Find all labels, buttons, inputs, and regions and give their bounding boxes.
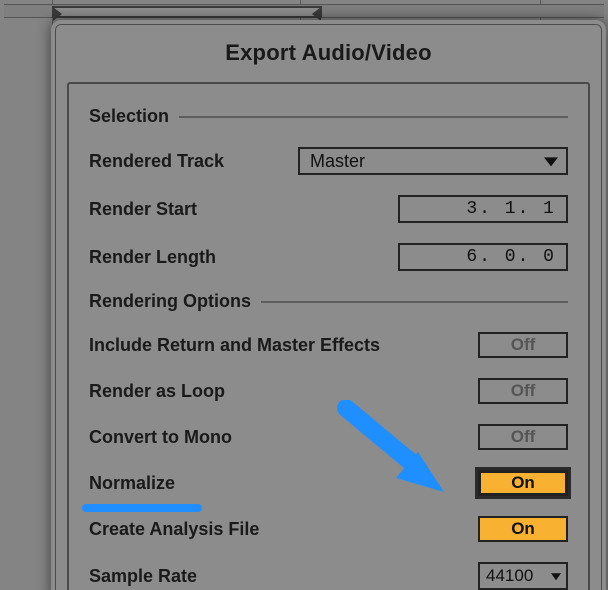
row-include-return: Include Return and Master Effects Off (89, 332, 568, 358)
sample-rate-dropdown[interactable]: 44100 (478, 562, 568, 590)
include-return-toggle[interactable]: Off (478, 332, 568, 358)
row-render-length: Render Length 6. 0. 0 (89, 243, 568, 271)
row-render-as-loop: Render as Loop Off (89, 378, 568, 404)
label-render-length: Render Length (89, 247, 216, 268)
dialog-title: Export Audio/Video (55, 24, 602, 80)
row-analysis-file: Create Analysis File On (89, 516, 568, 542)
section-rule (179, 116, 568, 118)
render-start-field[interactable]: 3. 1. 1 (398, 195, 568, 223)
normalize-toggle[interactable]: On (478, 470, 568, 496)
sample-rate-value: 44100 (486, 566, 533, 586)
loop-brace-region (4, 4, 604, 18)
rendered-track-dropdown[interactable]: Master (298, 147, 568, 175)
section-label: Rendering Options (89, 291, 251, 312)
label-render-as-loop: Render as Loop (89, 381, 225, 402)
render-start-value: 3. 1. 1 (466, 199, 556, 219)
label-render-start: Render Start (89, 199, 197, 220)
section-label: Selection (89, 106, 169, 127)
dialog-body: Selection Rendered Track Master Render S… (67, 82, 590, 590)
label-sample-rate: Sample Rate (89, 566, 197, 587)
section-header-rendering: Rendering Options (89, 291, 568, 312)
label-rendered-track: Rendered Track (89, 151, 224, 172)
chevron-down-icon (544, 157, 558, 166)
analysis-file-toggle[interactable]: On (478, 516, 568, 542)
row-render-start: Render Start 3. 1. 1 (89, 195, 568, 223)
row-rendered-track: Rendered Track Master (89, 147, 568, 175)
label-convert-mono: Convert to Mono (89, 427, 232, 448)
label-include-return: Include Return and Master Effects (89, 335, 380, 356)
row-normalize: Normalize On (89, 470, 568, 496)
render-length-value: 6. 0. 0 (466, 247, 556, 267)
render-length-field[interactable]: 6. 0. 0 (398, 243, 568, 271)
row-sample-rate: Sample Rate 44100 (89, 562, 568, 590)
render-loop-toggle[interactable]: Off (478, 378, 568, 404)
export-audio-video-dialog: Export Audio/Video Selection Rendered Tr… (51, 20, 606, 590)
section-header-selection: Selection (89, 106, 568, 127)
label-analysis-file: Create Analysis File (89, 519, 259, 540)
convert-mono-toggle[interactable]: Off (478, 424, 568, 450)
chevron-down-icon (551, 573, 561, 580)
row-convert-mono: Convert to Mono Off (89, 424, 568, 450)
label-normalize: Normalize (89, 473, 175, 494)
rendered-track-value: Master (310, 151, 365, 172)
section-rule (261, 301, 568, 303)
